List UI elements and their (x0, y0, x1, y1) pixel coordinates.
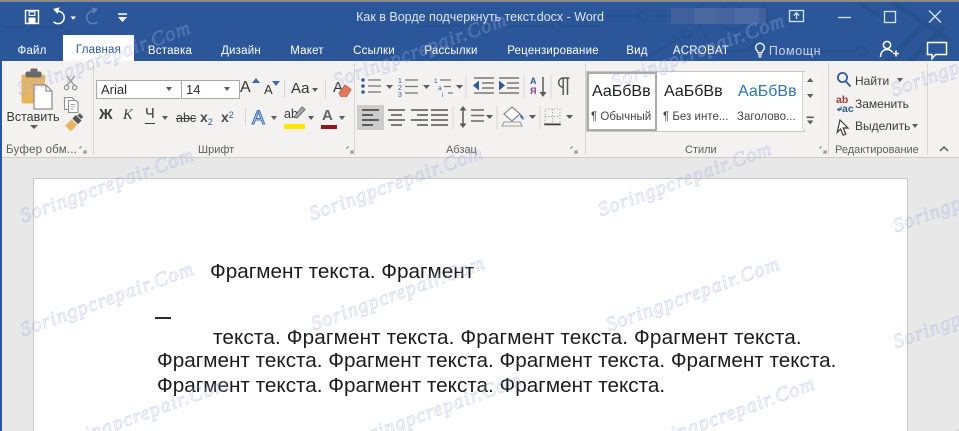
svg-text:А: А (530, 76, 537, 86)
svg-text:ac: ac (842, 103, 854, 115)
svg-text:a: a (438, 85, 442, 92)
svg-text:А: А (252, 108, 265, 128)
svg-text:1: 1 (398, 78, 402, 85)
svg-text:1: 1 (434, 78, 438, 85)
svg-text:Я: Я (530, 86, 536, 96)
svg-text:i: i (442, 92, 443, 99)
svg-text:2: 2 (398, 85, 402, 92)
svg-text:3: 3 (398, 92, 402, 99)
